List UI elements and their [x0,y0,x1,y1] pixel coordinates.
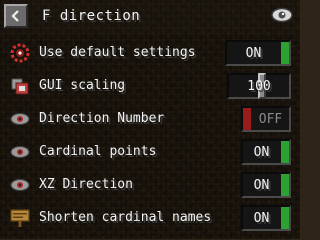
cog-red-icon [10,43,30,63]
sign-icon [10,208,30,228]
toggle-knob [243,108,251,130]
setting-row: Direction Number OFF [0,102,300,135]
settings-list: Use default settings ON GUI scaling 100 [0,34,300,239]
eye-icon [10,109,30,129]
slider-value: 100 [247,79,271,94]
setting-row: Cardinal points ON [0,135,300,168]
setting-label: GUI scaling [39,78,126,93]
direction-number-toggle[interactable]: OFF [241,106,291,132]
toggle-knob [281,141,289,163]
setting-row: Shorten cardinal names ON [0,201,300,234]
setting-label: Use default settings [39,45,196,60]
xz-direction-toggle[interactable]: ON [241,172,291,198]
toggle-knob [281,207,289,229]
toggle-value: ON [253,145,270,160]
setting-label: XZ Direction [39,177,133,192]
setting-row: GUI scaling 100 [0,69,300,102]
setting-row: XZ Direction ON [0,168,300,201]
scale-icon [10,76,30,96]
setting-row: Use default settings ON [0,36,300,69]
page-title: F direction [42,8,141,24]
eye-icon [10,142,30,162]
use-default-toggle[interactable]: ON [225,40,291,66]
cardinal-points-toggle[interactable]: ON [241,139,291,165]
chevron-left-icon [11,10,19,22]
toggle-value: ON [253,211,270,226]
toggle-value: ON [253,178,270,193]
eye-icon [10,175,30,195]
toggle-value: ON [245,46,262,61]
toggle-value: OFF [258,112,283,127]
header-bar: F direction [0,0,300,34]
setting-label: Cardinal points [39,144,157,159]
shorten-cardinal-names-toggle[interactable]: ON [241,205,291,231]
back-button[interactable] [4,4,28,28]
toggle-knob [281,174,289,196]
setting-label: Shorten cardinal names [39,210,212,225]
eye-icon[interactable] [271,7,293,27]
toggle-knob [281,42,289,64]
setting-label: Direction Number [39,111,165,126]
gui-scaling-slider[interactable]: 100 [227,73,291,99]
